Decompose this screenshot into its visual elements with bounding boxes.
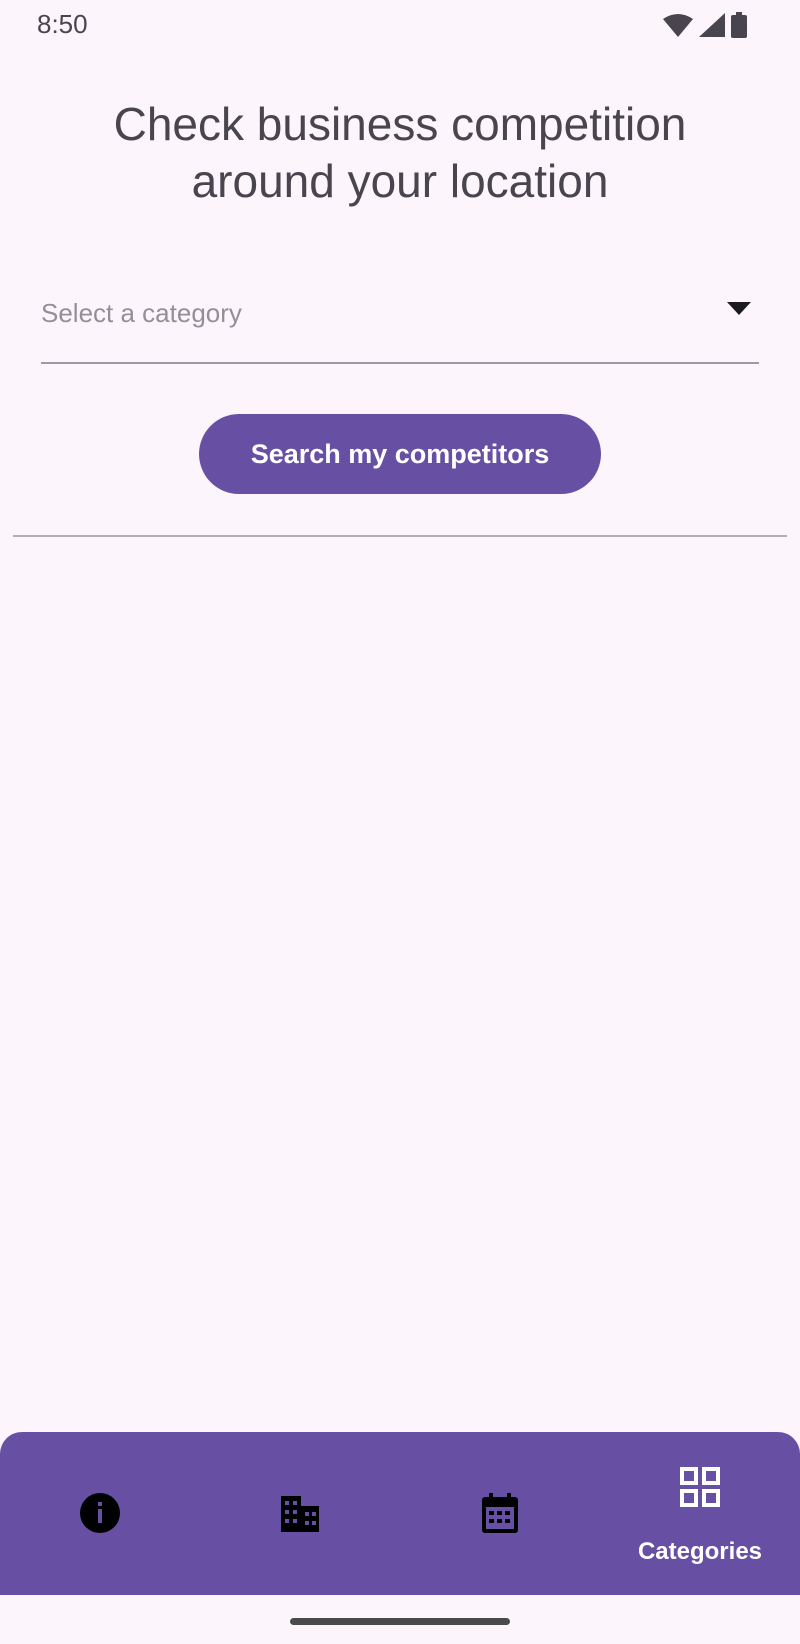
calendar-icon xyxy=(479,1492,521,1534)
page-title-line2: around your location xyxy=(191,155,609,207)
grid-icon xyxy=(679,1466,721,1508)
nav-label-categories: Categories xyxy=(637,1538,763,1565)
nav-item-categories[interactable]: Categories xyxy=(600,1432,800,1595)
search-competitors-button[interactable]: Search my competitors xyxy=(199,414,601,494)
category-select-placeholder: Select a category xyxy=(41,298,242,328)
nav-item-info[interactable] xyxy=(0,1432,200,1595)
category-select[interactable]: Select a category xyxy=(41,272,759,364)
page-title-line1: Check business competition xyxy=(113,98,687,150)
wifi-icon xyxy=(663,13,693,37)
home-gesture-handle[interactable] xyxy=(290,1618,510,1625)
nav-item-building[interactable] xyxy=(200,1432,400,1595)
building-icon xyxy=(279,1492,321,1534)
dropdown-caret-icon xyxy=(727,302,751,316)
status-bar: 8:50 xyxy=(0,0,800,50)
bottom-navigation: Categories xyxy=(0,1432,800,1595)
page-title: Check business competition around your l… xyxy=(0,96,800,210)
battery-icon xyxy=(731,12,747,38)
gesture-bar xyxy=(0,1595,800,1644)
signal-icon xyxy=(699,13,725,37)
status-time: 8:50 xyxy=(37,9,88,39)
nav-item-calendar[interactable] xyxy=(400,1432,600,1595)
status-icons xyxy=(663,11,747,39)
info-icon xyxy=(79,1492,121,1534)
divider xyxy=(13,535,787,537)
